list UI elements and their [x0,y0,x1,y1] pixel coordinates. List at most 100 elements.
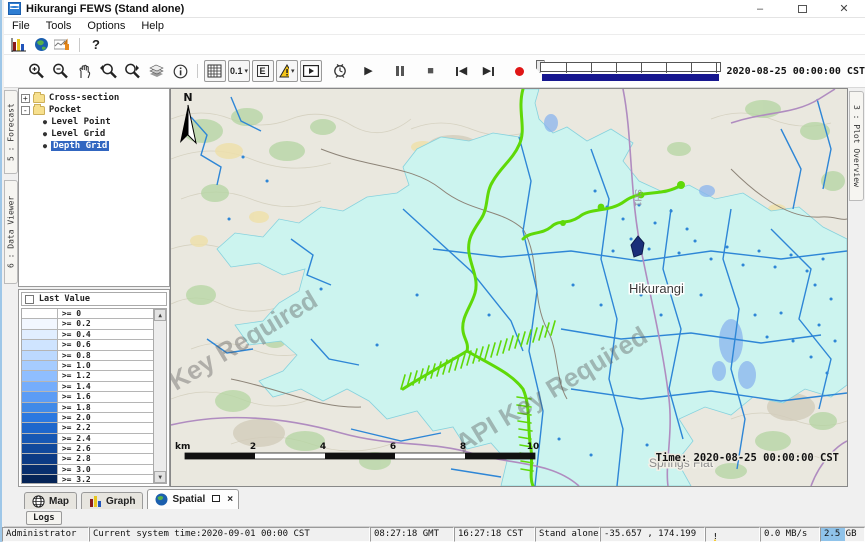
tab-graph[interactable]: Graph [81,492,143,509]
status-warning-cell[interactable] [705,527,760,542]
zoom-in-icon[interactable] [25,60,47,82]
step-to-start-button[interactable]: ◀ [451,60,473,82]
tree-item-level-grid[interactable]: ● Level Grid [35,128,167,140]
logs-row: Logs [4,509,865,527]
time-toolbar: 0.1 ▾ E ▾ ▶ ■ ◀ ▶ [4,55,865,88]
label-e: E [257,65,269,77]
expand-icon[interactable]: + [21,94,30,103]
menu-tools[interactable]: Tools [38,20,80,32]
folder-icon [33,94,45,103]
chevron-down-icon: ▾ [291,67,295,75]
close-button[interactable]: ✕ [823,0,865,18]
tab-map[interactable]: Map [24,492,77,509]
step-start-icon: ◀ [456,66,467,77]
svg-text:km: km [175,442,190,452]
contour-interval-dropdown[interactable]: 0.1 ▾ [228,60,250,82]
selected-layer: Depth Grid [51,141,109,151]
scroll-down-icon[interactable]: ▼ [154,471,166,483]
zoom-previous-icon[interactable] [97,60,119,82]
help-icon[interactable]: ? [85,36,107,54]
app-window: Hikurangi FEWS (Stand alone) – ✕ File To… [0,0,865,542]
record-button[interactable] [509,60,531,82]
legend-list: >= 0 >= 0.2 >= 0.4 >= 0.6 >= 0.8 >= 1.0 … [21,308,167,484]
warning-icon [709,529,721,542]
tree-item-level-point[interactable]: ● Level Point [35,116,167,128]
zoom-next-icon[interactable] [121,60,143,82]
menu-file[interactable]: File [4,20,38,32]
time-slider-track[interactable] [540,62,721,72]
time-span-bar [542,74,719,81]
bullet-icon: ● [43,130,47,138]
title-bar[interactable]: Hikurangi FEWS (Stand alone) – ✕ [4,0,865,18]
current-time-display: 2020-08-25 00:00:00 CST [727,66,865,77]
scroll-up-icon[interactable]: ▲ [154,309,166,321]
tab-data-viewer[interactable]: 6 : Data Viewer [4,180,18,284]
status-memory[interactable]: 2.5 GB [820,527,865,542]
labels-toggle-button[interactable]: E [252,60,274,82]
time-slider[interactable] [540,60,721,82]
tree-item-depth-grid[interactable]: ● Depth Grid [35,140,167,152]
checkbox-icon[interactable] [25,295,34,304]
tree-item-cross-section[interactable]: + Cross-section [21,92,167,104]
animation-window-button[interactable] [300,60,322,82]
legend-panel: Last Value >= 0 >= 0.2 >= 0.4 >= 0.6 >= … [18,289,170,487]
logs-button[interactable]: Logs [26,511,62,525]
step-end-icon: ▶ [483,66,494,77]
globe-grid-icon [32,495,45,508]
earth-icon [155,493,168,506]
display-settings-icon[interactable] [52,36,74,54]
chevron-down-icon: ▾ [245,67,249,75]
pause-button[interactable] [389,60,411,82]
layers-icon[interactable] [145,60,167,82]
status-local-time: 16:27:18 CST [454,527,535,542]
bottom-tab-bar: Map Graph Spatial × [4,487,865,509]
legend-row: >= 3.0 [22,465,166,475]
warnings-dropdown[interactable]: ▾ [276,60,298,82]
status-coordinates: -35.657 , 174.199 [600,527,705,542]
layers-panel: + Cross-section - Pocket ● Level Point ●… [18,88,170,487]
tab-forecast[interactable]: 5 : Forecast [4,90,18,174]
town-label: Hikurangi [629,281,684,296]
bullet-icon: ● [43,142,47,150]
layer-tree: + Cross-section - Pocket ● Level Point ●… [18,88,170,287]
menu-options[interactable]: Options [79,20,133,32]
legend-row: >= 0.4 [22,330,166,340]
pan-icon[interactable] [73,60,95,82]
left-dock-strip: 5 : Forecast 6 : Data Viewer [4,88,18,487]
legend-row: >= 1.8 [22,403,166,413]
interval-value: 0.1 [230,66,243,76]
grid-display-button[interactable] [204,60,226,82]
map-canvas[interactable]: API Key Required API Key Required Hikura… [170,88,848,487]
legend-scrollbar[interactable]: ▲ ▼ [153,309,166,483]
animation-timer-icon[interactable] [329,60,351,82]
main-toolbar: ? [4,35,865,55]
collapse-icon[interactable]: - [21,106,30,115]
minimize-button[interactable]: – [739,0,781,18]
maximize-button[interactable] [781,0,823,18]
info-icon[interactable] [169,60,191,82]
tab-plot-overview[interactable]: 3 : Plot Overview [849,91,864,201]
legend-row: >= 0 [22,309,166,319]
play-button[interactable]: ▶ [358,60,380,82]
record-icon [515,67,524,76]
zoom-out-icon[interactable] [49,60,71,82]
status-user: Administrator [2,527,89,542]
tab-maximize-icon[interactable] [212,494,220,505]
tab-close-icon[interactable]: × [227,494,233,505]
stop-button[interactable]: ■ [420,60,442,82]
svg-text:10: 10 [527,442,540,452]
database-chart-icon[interactable] [8,36,30,54]
app-logo-icon [8,2,21,15]
legend-row: >= 1.0 [22,361,166,371]
map-time-label: Time: 2020-08-25 00:00:00 CST [656,452,839,464]
legend-row: >= 2.4 [22,434,166,444]
menu-bar: File Tools Options Help [4,18,865,35]
last-value-toggle[interactable]: Last Value [21,292,167,306]
step-to-end-button[interactable]: ▶ [478,60,500,82]
window-title: Hikurangi FEWS (Stand alone) [26,3,184,15]
map-globe-icon[interactable] [30,36,52,54]
menu-help[interactable]: Help [133,20,172,32]
svg-text:2: 2 [250,442,256,452]
tree-item-pocket[interactable]: - Pocket [21,104,167,116]
tab-spatial[interactable]: Spatial × [147,489,239,509]
